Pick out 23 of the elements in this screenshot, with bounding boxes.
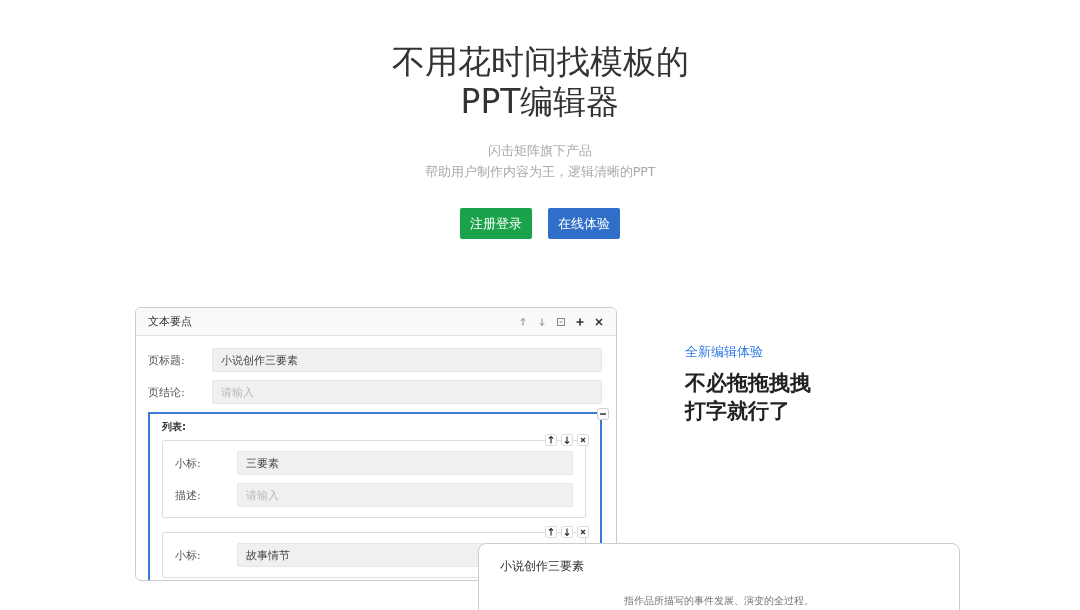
panel-title: 文本要点 bbox=[148, 314, 192, 329]
field-label: 小标: bbox=[175, 455, 202, 471]
slide-text: 指作品所描写的事件发展、演变的全过程。 bbox=[624, 594, 814, 608]
feature-headline: 不必拖拖拽拽 打字就行了 bbox=[685, 370, 811, 425]
field-label: 小标: bbox=[175, 547, 202, 563]
try-online-button[interactable]: 在线体验 bbox=[548, 208, 620, 239]
arrow-up-icon[interactable] bbox=[545, 434, 557, 446]
arrow-down-icon[interactable] bbox=[561, 526, 573, 538]
list-label: 列表: bbox=[162, 420, 187, 434]
input-field[interactable]: 小说创作三要素 bbox=[212, 348, 602, 372]
arrow-up-icon[interactable] bbox=[545, 526, 557, 538]
field-label: 描述: bbox=[175, 487, 202, 503]
field-label: 页结论: bbox=[148, 384, 186, 400]
minus-icon[interactable] bbox=[597, 408, 609, 420]
arrow-down-icon[interactable] bbox=[561, 434, 573, 446]
headline: 不用花时间找模板的 PPT编辑器 bbox=[391, 42, 689, 122]
collapse-icon[interactable] bbox=[556, 316, 566, 327]
subtitle: 闪击矩阵旗下产品 帮助用户制作内容为王，逻辑清晰的PPT bbox=[424, 142, 656, 181]
add-icon[interactable] bbox=[575, 316, 585, 327]
close-icon[interactable] bbox=[594, 316, 604, 327]
field-label: 页标题: bbox=[148, 352, 186, 368]
feature-tagline: 全新编辑体验 bbox=[685, 343, 764, 361]
input-field[interactable]: 三要素 bbox=[237, 451, 573, 475]
